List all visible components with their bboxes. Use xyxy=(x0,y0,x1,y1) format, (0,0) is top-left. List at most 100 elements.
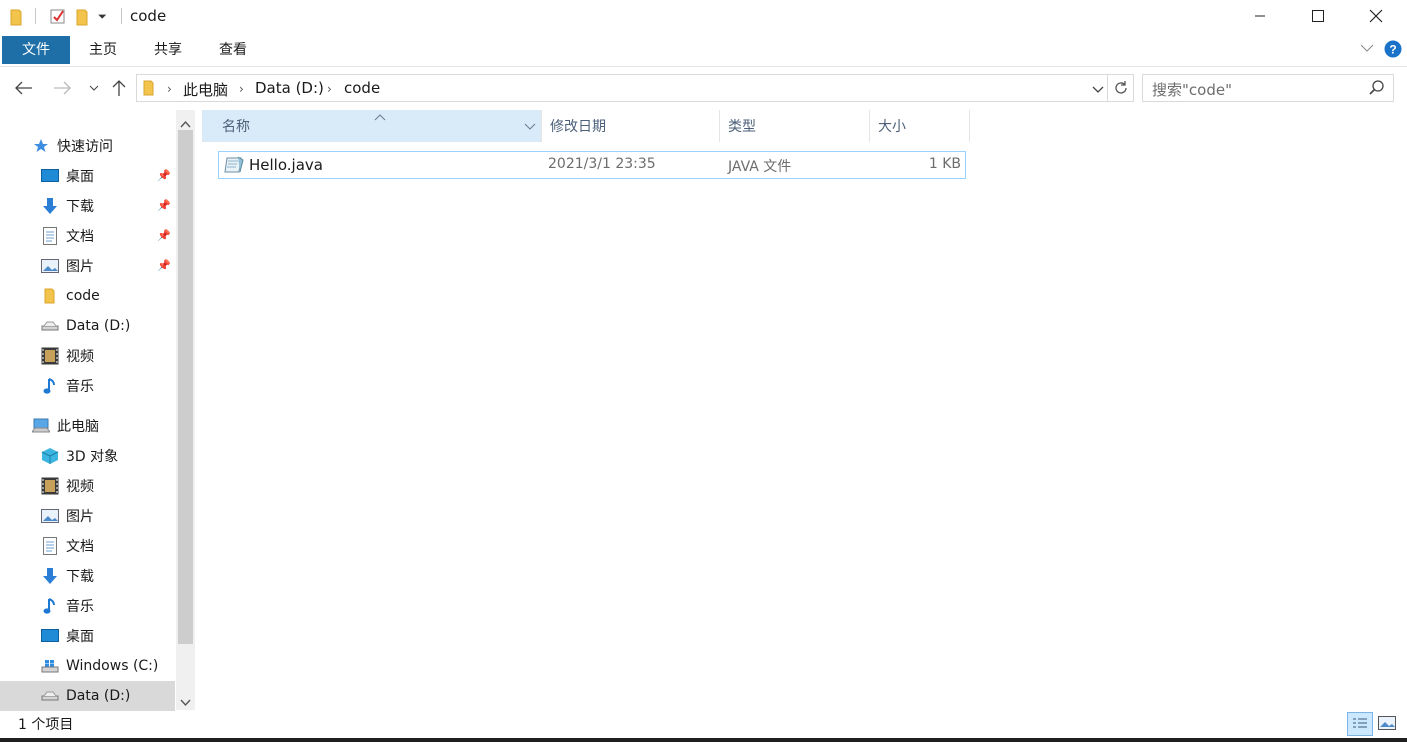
column-header-type[interactable]: 类型 xyxy=(720,110,870,142)
windows-drive-icon xyxy=(41,657,59,675)
file-modified: 2021/3/1 23:35 xyxy=(548,156,656,172)
back-button[interactable] xyxy=(14,78,34,98)
nav-label: Data (D:) xyxy=(66,688,131,704)
chevron-right-icon[interactable]: › xyxy=(239,82,244,96)
chevron-right-icon[interactable]: › xyxy=(327,82,332,96)
close-button[interactable] xyxy=(1346,0,1406,32)
file-list: 名称 修改日期 类型 大小 Hello.java 2021/3/1 23:35 … xyxy=(200,110,1407,710)
large-icons-view-button[interactable] xyxy=(1378,715,1396,735)
nav-item-data-drive-selected[interactable]: Data (D:) xyxy=(0,681,175,711)
title-bar: ⏷ code xyxy=(0,0,1407,34)
nav-item-music[interactable]: 音乐 xyxy=(0,371,175,401)
search-placeholder: 搜索"code" xyxy=(1152,81,1232,99)
folder-icon xyxy=(10,8,26,26)
nav-item-desktop[interactable]: 桌面 xyxy=(0,621,175,651)
search-icon[interactable] xyxy=(1369,80,1385,100)
address-row: › 此电脑 › Data (D:) › code 搜索"code" xyxy=(0,68,1407,108)
svg-text:?: ? xyxy=(1389,43,1396,57)
new-folder-icon[interactable] xyxy=(76,8,92,26)
column-header-modified[interactable]: 修改日期 xyxy=(542,110,720,142)
tab-share[interactable]: 共享 xyxy=(145,36,191,64)
3d-objects-icon xyxy=(41,447,59,465)
music-icon xyxy=(41,597,59,615)
search-input[interactable]: 搜索"code" xyxy=(1142,74,1394,102)
scroll-down-icon[interactable] xyxy=(180,695,191,711)
chevron-right-icon[interactable]: › xyxy=(167,82,172,96)
nav-label: 此电脑 xyxy=(57,419,99,435)
pin-icon[interactable]: 📌 xyxy=(157,259,171,272)
minimize-button[interactable] xyxy=(1230,0,1290,32)
pin-icon[interactable]: 📌 xyxy=(157,199,171,212)
nav-label: 图片 xyxy=(66,259,94,275)
document-icon xyxy=(41,537,59,555)
nav-label: code xyxy=(66,288,100,304)
ribbon-tabs: 文件 主页 共享 查看 ? xyxy=(0,34,1407,66)
video-icon xyxy=(41,347,59,365)
nav-item-data-drive[interactable]: Data (D:) xyxy=(0,311,175,341)
large-icons-view-icon xyxy=(1378,716,1396,730)
drive-icon xyxy=(41,317,59,335)
navigation-pane: 快速访问 桌面 📌 下载 📌 文档 📌 图片 📌 code Data (D:) xyxy=(0,110,196,711)
nav-label: 下载 xyxy=(66,569,94,585)
nav-item-documents[interactable]: 文档 xyxy=(0,531,175,561)
tab-view[interactable]: 查看 xyxy=(210,36,256,64)
address-bar[interactable]: › 此电脑 › Data (D:) › code xyxy=(136,74,1108,102)
nav-item-videos[interactable]: 视频 xyxy=(0,471,175,501)
details-view-button[interactable] xyxy=(1347,712,1373,736)
nav-scrollbar[interactable] xyxy=(176,110,195,710)
table-row[interactable]: Hello.java 2021/3/1 23:35 JAVA 文件 1 KB xyxy=(218,151,966,179)
column-header-name[interactable]: 名称 xyxy=(202,110,542,142)
refresh-icon xyxy=(1114,81,1127,94)
nav-item-documents[interactable]: 文档 📌 xyxy=(0,221,175,251)
folder-icon xyxy=(41,287,59,305)
maximize-button[interactable] xyxy=(1288,0,1348,32)
window-title: code xyxy=(130,7,167,25)
breadcrumb-this-pc[interactable]: 此电脑 xyxy=(183,79,228,100)
nav-label: 快速访问 xyxy=(57,139,113,155)
nav-item-windows-drive[interactable]: Windows (C:) xyxy=(0,651,175,681)
breadcrumb-code[interactable]: code xyxy=(344,79,380,97)
taskbar-edge xyxy=(0,738,1407,742)
recent-locations-button[interactable] xyxy=(84,78,104,98)
nav-label: 文档 xyxy=(66,229,94,245)
column-filter-dropdown-icon[interactable] xyxy=(524,110,536,144)
nav-item-downloads[interactable]: 下载 xyxy=(0,561,175,591)
desktop-icon xyxy=(41,627,59,645)
nav-item-videos[interactable]: 视频 xyxy=(0,341,175,371)
customize-quick-access-icon[interactable]: ⏷ xyxy=(98,10,114,26)
nav-item-code[interactable]: code xyxy=(0,281,175,311)
details-view-icon xyxy=(1353,718,1367,728)
properties-icon[interactable] xyxy=(50,8,66,24)
file-name[interactable]: Hello.java xyxy=(249,156,323,174)
nav-label: Data (D:) xyxy=(66,318,131,334)
nav-item-downloads[interactable]: 下载 📌 xyxy=(0,191,175,221)
sort-ascending-icon xyxy=(374,100,386,134)
pin-icon[interactable]: 📌 xyxy=(157,229,171,242)
tab-file[interactable]: 文件 xyxy=(2,36,70,64)
scrollbar-thumb[interactable] xyxy=(178,130,193,644)
forward-button[interactable] xyxy=(52,78,72,98)
expand-ribbon-icon[interactable] xyxy=(1360,42,1374,57)
up-button[interactable] xyxy=(109,78,129,98)
java-file-icon xyxy=(224,156,244,178)
refresh-button[interactable] xyxy=(1108,74,1134,102)
computer-icon xyxy=(32,417,50,435)
nav-label: 文档 xyxy=(66,539,94,555)
pin-icon[interactable]: 📌 xyxy=(157,169,171,182)
nav-item-desktop[interactable]: 桌面 📌 xyxy=(0,161,175,191)
nav-label: 3D 对象 xyxy=(66,449,119,465)
tab-home[interactable]: 主页 xyxy=(80,36,126,64)
nav-item-pictures[interactable]: 图片 xyxy=(0,501,175,531)
document-icon xyxy=(41,227,59,245)
column-label: 名称 xyxy=(222,119,250,135)
nav-label: 音乐 xyxy=(66,379,94,395)
nav-item-pictures[interactable]: 图片 📌 xyxy=(0,251,175,281)
breadcrumb-data-drive[interactable]: Data (D:) xyxy=(255,79,324,97)
nav-item-music[interactable]: 音乐 xyxy=(0,591,175,621)
column-header-size[interactable]: 大小 xyxy=(870,110,970,142)
nav-item-3d-objects[interactable]: 3D 对象 xyxy=(0,441,175,471)
help-icon[interactable]: ? xyxy=(1384,40,1402,62)
divider xyxy=(35,8,36,24)
nav-label: 视频 xyxy=(66,479,94,495)
address-history-dropdown-icon[interactable] xyxy=(1092,83,1104,99)
